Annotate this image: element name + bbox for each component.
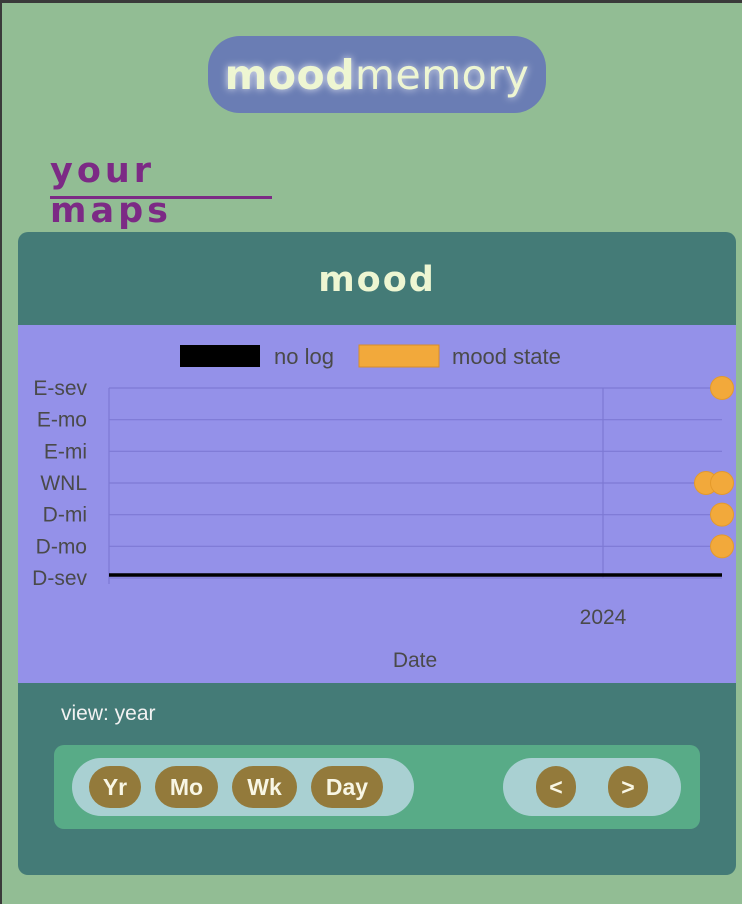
y-tick-label: E-sev: [33, 377, 87, 400]
x-axis-title: Date: [393, 649, 437, 672]
legend-swatch-mood-state: [358, 344, 440, 368]
y-tick-label: D-mo: [36, 535, 87, 558]
logo-word-mood: mood: [224, 50, 356, 99]
mood-state-point: [710, 502, 734, 527]
week-button[interactable]: Wk: [232, 766, 297, 808]
mood-state-point: [710, 471, 734, 495]
legend-swatch-no-log: [180, 345, 260, 367]
chart-svg: no log mood state D-sev D-mo D-mi WNL E-mi E-mo…: [32, 344, 734, 672]
range-button-group: Yr Mo Wk Day: [72, 758, 414, 816]
card-title: mood: [318, 260, 436, 300]
chart-controls: Yr Mo Wk Day < >: [54, 745, 700, 829]
page-background: mood memory your maps mood no log mood sta…: [2, 3, 742, 904]
mood-chart: no log mood state D-sev D-mo D-mi WNL E-mi E-mo…: [18, 325, 736, 683]
mood-state-point: [710, 376, 734, 400]
day-button[interactable]: Day: [311, 766, 383, 808]
x-tick-label: 2024: [580, 606, 627, 629]
y-tick-label: E-mi: [44, 440, 87, 463]
y-tick-label: WNL: [40, 472, 87, 495]
nav-button-group: < >: [503, 758, 681, 816]
view-label: view: year: [61, 702, 156, 725]
logo-word-memory: memory: [355, 50, 530, 99]
year-button[interactable]: Yr: [89, 766, 141, 808]
month-button[interactable]: Mo: [155, 766, 218, 808]
next-button[interactable]: >: [608, 766, 648, 808]
y-tick-label: E-mo: [37, 409, 87, 432]
mood-map-card: mood no log mood state D-sev D-mo D-mi WNL E-m…: [18, 232, 736, 875]
page-title: your maps: [50, 151, 272, 231]
legend-label-no-log: no log: [274, 344, 334, 369]
legend-label-mood-state: mood state: [452, 344, 561, 369]
y-tick-label: D-mi: [43, 504, 87, 527]
previous-button[interactable]: <: [536, 766, 576, 808]
y-tick-label: D-sev: [32, 567, 87, 590]
mood-state-point: [710, 534, 734, 559]
app-logo[interactable]: mood memory: [208, 36, 546, 113]
